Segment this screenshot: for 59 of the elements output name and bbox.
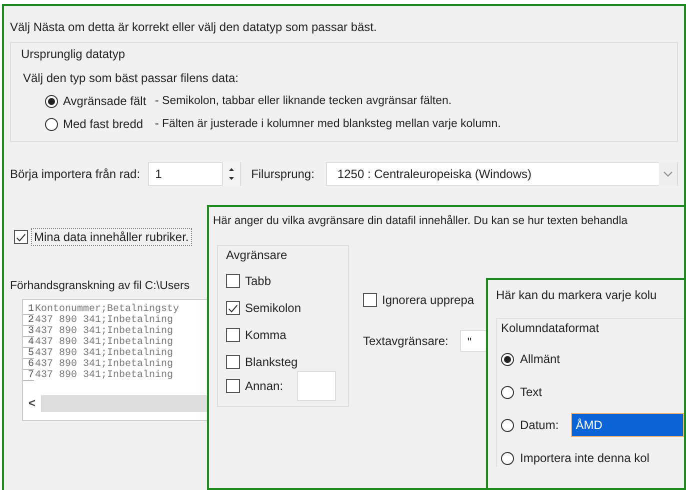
- checkbox[interactable]: [226, 355, 240, 369]
- checkbox-label[interactable]: Blanksteg: [245, 355, 298, 369]
- line-number: 7: [23, 370, 34, 381]
- checkbox-label[interactable]: Komma: [245, 328, 286, 342]
- checkbox[interactable]: [363, 293, 377, 307]
- preview-line: Kontonummer;Betalningsty: [35, 304, 180, 315]
- checkbox[interactable]: [226, 379, 240, 393]
- spin-field[interactable]: 1: [148, 162, 242, 186]
- prompt-text: Välj den typ som bäst passar filens data:: [23, 71, 240, 85]
- radio-label[interactable]: Allmänt: [520, 352, 560, 366]
- preview-line: 437 890 341;Inbetalning: [35, 337, 174, 348]
- preview-line: 437 890 341;Inbetalning: [35, 370, 174, 381]
- spin-arrows-icon[interactable]: [222, 162, 240, 186]
- checkbox-label[interactable]: Semikolon: [245, 301, 302, 315]
- checkbox[interactable]: [226, 301, 240, 315]
- instruction-text: Välj Nästa om detta är korrekt eller välj den datatyp som passar bäst.: [10, 20, 378, 34]
- group-title: Kolumndataformat: [501, 321, 600, 335]
- field-label: Filursprung:: [251, 167, 314, 181]
- checkbox-label[interactable]: Ignorera upprepa: [382, 293, 474, 307]
- checkbox[interactable]: [14, 230, 28, 244]
- scroll-left-button[interactable]: <: [23, 395, 41, 412]
- radio-button[interactable]: [501, 386, 514, 398]
- encoding-dropdown[interactable]: 1250 : Centraleuropeiska (Windows): [326, 162, 678, 186]
- radio-label[interactable]: Datum:: [520, 418, 559, 432]
- radio-button[interactable]: [501, 352, 514, 366]
- radio-button[interactable]: [45, 118, 58, 130]
- instruction-text: Här anger du vilka avgränsare din datafil innehåller. Du kan se hur texten behandla: [213, 215, 628, 227]
- radio-label[interactable]: Med fast bredd: [63, 117, 155, 131]
- date-format-dropdown[interactable]: ÅMD: [570, 413, 684, 437]
- checkbox[interactable]: [226, 274, 240, 288]
- input-field[interactable]: [297, 371, 336, 401]
- checkbox-label[interactable]: Tabb: [245, 274, 272, 288]
- radio-button[interactable]: [45, 94, 58, 108]
- group-title: Ursprunglig datatyp: [21, 47, 126, 61]
- field-label: Börja importera från rad:: [10, 167, 140, 181]
- checkbox-label[interactable]: Annan:: [245, 379, 284, 393]
- preview-line: 437 890 341;Inbetalning: [35, 326, 174, 337]
- checkbox[interactable]: [226, 328, 240, 342]
- line-number: 1: [23, 304, 34, 315]
- field-label: Textavgränsare:: [363, 334, 448, 348]
- preview-line: 437 890 341;Inbetalning: [35, 315, 174, 326]
- preview-line: 437 890 341;Inbetalning: [35, 348, 174, 359]
- radio-label[interactable]: Importera inte denna kol: [520, 451, 650, 465]
- option-description: - Semikolon, tabbar eller liknande tecken avgränsar fälten.: [155, 95, 452, 107]
- line-number: 5: [23, 348, 34, 359]
- radio-label[interactable]: Avgränsade fält: [63, 94, 155, 108]
- line-number: 6: [23, 359, 34, 370]
- group-title: Avgränsare: [226, 248, 288, 262]
- checkbox-label[interactable]: Mina data innehåller rubriker.: [31, 228, 192, 246]
- instruction-text: Här kan du markera varje kolu: [496, 288, 658, 302]
- line-number: 2: [23, 315, 34, 326]
- radio-label[interactable]: Text: [520, 385, 542, 399]
- preview-line: 437 890 341;Inbetalning: [35, 359, 174, 370]
- radio-button[interactable]: [501, 452, 514, 464]
- option-description: - Fälten är justerade i kolumner med blanksteg mellan varje kolumn.: [155, 118, 501, 130]
- preview-title: Förhandsgranskning av fil C:\Users: [10, 280, 190, 292]
- radio-button[interactable]: [501, 418, 514, 432]
- line-number: 4: [23, 337, 34, 348]
- line-number: 3: [23, 326, 34, 337]
